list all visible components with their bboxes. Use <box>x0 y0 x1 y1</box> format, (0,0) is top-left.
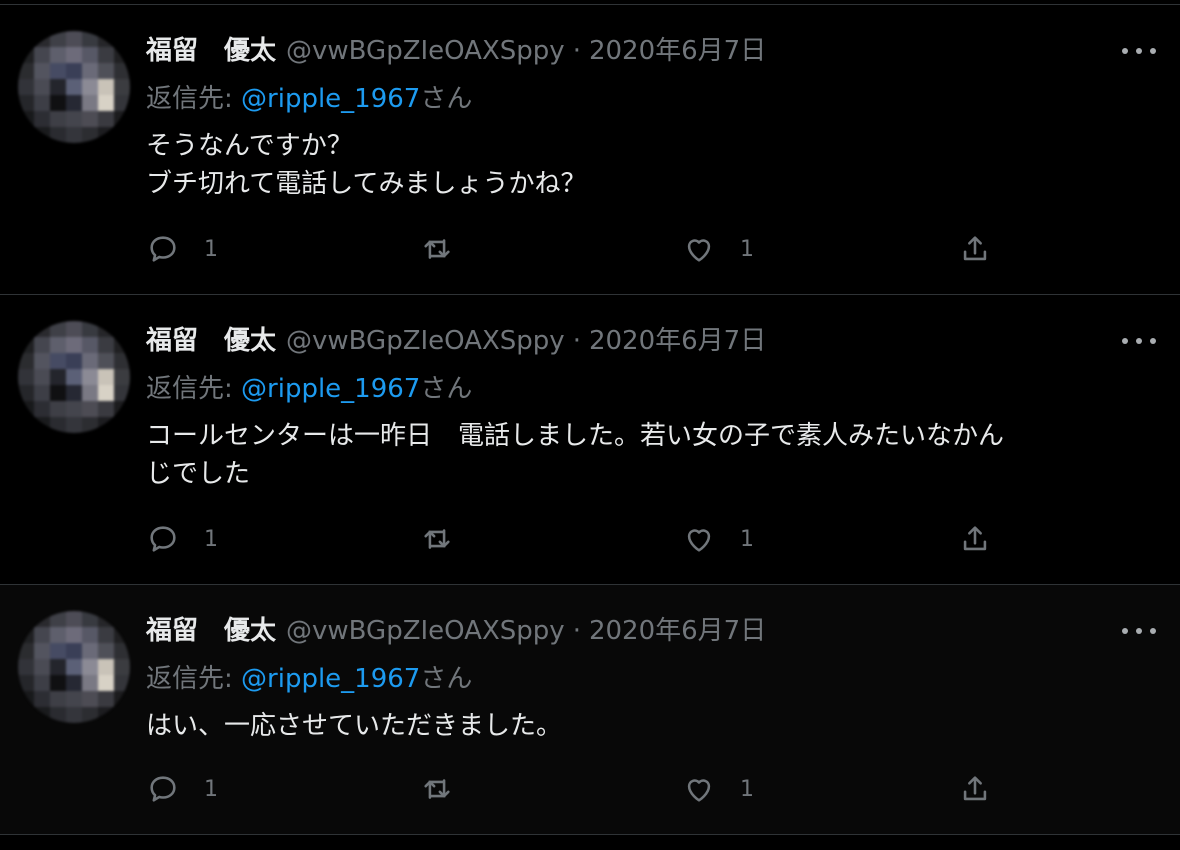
tweet-text: はい、一応させていただきました。 <box>146 707 1146 745</box>
tweet-header: 福留 優太 @vwBGpZIeOAXSppy · 2020年6月7日 <box>146 613 766 649</box>
tweet-date[interactable]: 2020年6月7日 <box>589 33 766 69</box>
avatar[interactable] <box>18 611 130 723</box>
tweet-text-line: そうなんですか？ <box>146 131 353 161</box>
reply-button[interactable]: 1 <box>146 519 218 559</box>
retweet-button[interactable] <box>420 229 454 269</box>
reply-to-suffix: さん <box>420 374 473 404</box>
retweet-button[interactable] <box>420 769 454 809</box>
tweet-actions: 1 1 <box>146 229 1006 269</box>
retweet-icon <box>424 779 450 799</box>
reply-to-suffix: さん <box>420 664 473 694</box>
tweet-date[interactable]: 2020年6月7日 <box>589 613 766 649</box>
retweet-icon <box>424 239 450 259</box>
heart-icon <box>687 239 711 262</box>
timeline: 福留 優太 @vwBGpZIeOAXSppy · 2020年6月7日 返信先: … <box>0 0 1180 850</box>
tweet-actions: 1 1 <box>146 519 1006 559</box>
tweet-text-line: ブチ切れて電話してみましょうかね？ <box>146 169 587 199</box>
share-icon <box>963 526 987 551</box>
tweet-header: 福留 優太 @vwBGpZIeOAXSppy · 2020年6月7日 <box>146 323 766 359</box>
reply-count: 1 <box>204 776 218 802</box>
separator-dot: · <box>572 616 581 646</box>
reply-to-prefix: 返信先: <box>146 664 242 694</box>
reply-to-prefix: 返信先: <box>146 84 242 114</box>
display-name[interactable]: 福留 優太 <box>146 323 276 359</box>
tweet-text-line: コールセンターは一昨日 電話しました。若い女の子で素人みたいなかん <box>146 421 1005 451</box>
tweet-date[interactable]: 2020年6月7日 <box>589 323 766 359</box>
reply-button[interactable]: 1 <box>146 229 218 269</box>
display-name[interactable]: 福留 優太 <box>146 33 276 69</box>
heart-icon <box>687 779 711 802</box>
more-icon[interactable] <box>1122 331 1156 351</box>
tweet-actions: 1 1 <box>146 769 1006 809</box>
like-count: 1 <box>740 776 754 802</box>
reply-to-line: 返信先: @ripple_1967さん <box>146 661 472 697</box>
separator-dot: · <box>572 326 581 356</box>
tweet-header: 福留 優太 @vwBGpZIeOAXSppy · 2020年6月7日 <box>146 33 766 69</box>
heart-icon <box>687 529 711 552</box>
like-count: 1 <box>740 236 754 262</box>
reply-mention-link[interactable]: @ripple_1967 <box>241 374 420 404</box>
share-button[interactable] <box>958 229 992 269</box>
share-button[interactable] <box>958 769 992 809</box>
reply-mention-link[interactable]: @ripple_1967 <box>241 664 420 694</box>
reply-count: 1 <box>204 236 218 262</box>
share-icon <box>963 776 987 801</box>
reply-to-prefix: 返信先: <box>146 374 242 404</box>
tweet[interactable]: 福留 優太 @vwBGpZIeOAXSppy · 2020年6月7日 返信先: … <box>0 295 1180 585</box>
display-name[interactable]: 福留 優太 <box>146 613 276 649</box>
retweet-icon <box>424 529 450 549</box>
reply-to-line: 返信先: @ripple_1967さん <box>146 371 472 407</box>
like-button[interactable]: 1 <box>682 769 754 809</box>
reply-bubble-icon <box>150 526 176 552</box>
reply-mention-link[interactable]: @ripple_1967 <box>241 84 420 114</box>
reply-to-line: 返信先: @ripple_1967さん <box>146 81 472 117</box>
reply-count: 1 <box>204 526 218 552</box>
share-icon <box>963 236 987 261</box>
reply-bubble-icon <box>150 236 176 262</box>
tweet-text: そうなんですか？ ブチ切れて電話してみましょうかね？ <box>146 127 1146 203</box>
like-button[interactable]: 1 <box>682 519 754 559</box>
reply-bubble-icon <box>150 776 176 802</box>
tweet-text-line: じでした <box>146 459 251 489</box>
like-button[interactable]: 1 <box>682 229 754 269</box>
share-button[interactable] <box>958 519 992 559</box>
more-icon[interactable] <box>1122 621 1156 641</box>
avatar[interactable] <box>18 321 130 433</box>
tweet-text: コールセンターは一昨日 電話しました。若い女の子で素人みたいなかん じでした <box>146 417 1146 493</box>
like-count: 1 <box>740 526 754 552</box>
more-icon[interactable] <box>1122 41 1156 61</box>
tweet[interactable]: 福留 優太 @vwBGpZIeOAXSppy · 2020年6月7日 返信先: … <box>0 5 1180 295</box>
tweet[interactable]: 福留 優太 @vwBGpZIeOAXSppy · 2020年6月7日 返信先: … <box>0 585 1180 835</box>
separator-dot: · <box>572 36 581 66</box>
user-handle[interactable]: @vwBGpZIeOAXSppy <box>286 323 565 359</box>
reply-to-suffix: さん <box>420 84 473 114</box>
user-handle[interactable]: @vwBGpZIeOAXSppy <box>286 613 565 649</box>
retweet-button[interactable] <box>420 519 454 559</box>
tweet-text-line: はい、一応させていただきました。 <box>146 711 563 741</box>
avatar[interactable] <box>18 31 130 143</box>
reply-button[interactable]: 1 <box>146 769 218 809</box>
user-handle[interactable]: @vwBGpZIeOAXSppy <box>286 33 565 69</box>
